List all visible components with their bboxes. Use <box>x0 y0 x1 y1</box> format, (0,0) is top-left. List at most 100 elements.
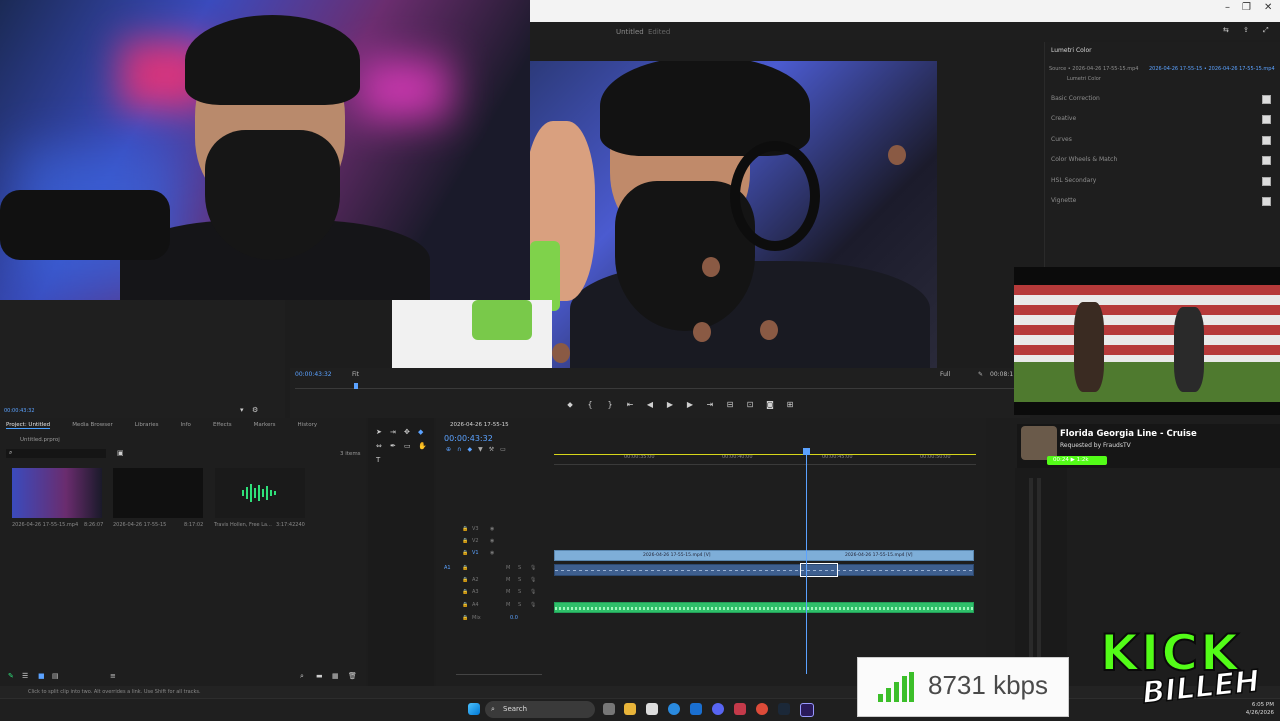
tab-info[interactable]: Info <box>181 422 191 429</box>
new-bin-icon[interactable]: ▬ <box>316 672 323 680</box>
sequence-tab[interactable]: 2026-04-26 17-55-15 <box>450 422 509 428</box>
section-checkbox[interactable] <box>1262 156 1271 165</box>
rectangle-tool-icon[interactable]: ▭ <box>404 442 411 450</box>
lumetri-source[interactable]: Source • 2026-04-26 17-55-15.mp4 <box>1049 66 1138 72</box>
audio-waveform-icon <box>242 484 276 502</box>
workspace-icon[interactable]: ⇆ <box>1223 26 1229 34</box>
new-bin-icon[interactable]: ▣ <box>117 449 124 457</box>
lumetri-section-curves[interactable]: Curves <box>1051 136 1271 148</box>
pen-tool-icon[interactable]: ✒ <box>390 442 396 450</box>
mix-value[interactable]: 0.0 <box>510 615 518 621</box>
zoom-select[interactable]: Fit <box>352 371 359 378</box>
discord-icon[interactable] <box>712 703 724 715</box>
work-area-bar[interactable] <box>554 454 976 455</box>
chrome-icon[interactable] <box>756 703 768 715</box>
settings-icon[interactable]: ✎ <box>978 371 983 378</box>
file-explorer-icon[interactable] <box>624 703 636 715</box>
store-icon[interactable] <box>646 703 658 715</box>
project-search-input[interactable]: ⌕ <box>6 449 106 458</box>
trash-icon[interactable]: 🗑 <box>348 672 357 680</box>
windows-start-icon[interactable] <box>468 703 480 715</box>
sort-icon[interactable]: ≡ <box>110 672 116 680</box>
edge-icon[interactable] <box>668 703 680 715</box>
linked-icon[interactable]: ∩ <box>457 446 461 453</box>
lumetri-section-hsl[interactable]: HSL Secondary <box>1051 177 1271 189</box>
audio-thumbnail[interactable] <box>215 468 305 518</box>
new-item-icon[interactable]: ▦ <box>332 672 339 680</box>
camera-icon[interactable]: ◙ <box>765 400 775 410</box>
captions-icon[interactable]: ▭ <box>500 446 506 453</box>
close-icon[interactable]: ✕ <box>1264 2 1272 13</box>
audio-duration: 3:17:42240 <box>276 522 305 528</box>
out-point-icon[interactable]: } <box>605 400 615 410</box>
zoom-scrollbar[interactable] <box>456 674 542 675</box>
filter-icon[interactable]: ▾ <box>240 406 244 414</box>
list-view-icon[interactable]: ☰ <box>22 672 28 680</box>
track-select-icon[interactable]: ⇥ <box>390 428 396 436</box>
lumetri-section-vignette[interactable]: Vignette <box>1051 197 1271 209</box>
section-checkbox[interactable] <box>1262 197 1271 206</box>
pencil-icon[interactable]: ✎ <box>8 672 14 680</box>
step-forward-icon[interactable]: ▶ <box>685 400 695 410</box>
steam-icon[interactable] <box>778 703 790 715</box>
premiere-icon[interactable] <box>800 703 814 717</box>
hand-tool-icon[interactable]: ✋ <box>418 442 427 450</box>
tab-project[interactable]: Project: Untitled <box>6 422 51 429</box>
section-checkbox[interactable] <box>1262 95 1271 104</box>
add-marker-icon[interactable]: ▼ <box>478 446 483 453</box>
minimize-icon[interactable]: – <box>1225 2 1230 13</box>
ripple-edit-icon[interactable]: ✥ <box>404 428 410 436</box>
taskbar-search[interactable]: ⌕ Search <box>485 701 595 718</box>
step-back-icon[interactable]: ◀ <box>645 400 655 410</box>
go-to-out-icon[interactable]: ⇥ <box>705 400 715 410</box>
snap-icon[interactable]: ⊕ <box>446 446 451 453</box>
clip-thumbnail[interactable] <box>12 468 102 518</box>
lumetri-section-creative[interactable]: Creative <box>1051 115 1271 127</box>
fullscreen-icon[interactable]: ⤢ <box>1263 26 1269 35</box>
icon-view-icon[interactable]: ■ <box>38 672 45 680</box>
settings-icon[interactable]: ⚙ <box>252 406 258 414</box>
find-icon[interactable]: ⌕ <box>300 672 304 681</box>
sequence-thumbnail[interactable] <box>113 468 203 518</box>
timeline-timecode[interactable]: 00:00:43:32 <box>444 434 493 443</box>
share-icon[interactable]: ⇪ <box>1243 26 1249 34</box>
selection-tool-icon[interactable]: ➤ <box>376 428 382 436</box>
go-to-in-icon[interactable]: ⇤ <box>625 400 635 410</box>
task-view-icon[interactable] <box>603 703 615 715</box>
tab-history[interactable]: History <box>298 422 318 429</box>
video-clip[interactable]: 2026-04-26 17-55-15.mp4 [V] 2026-04-26 1… <box>554 550 974 561</box>
type-tool-icon[interactable]: T <box>376 456 380 464</box>
obs-icon[interactable] <box>734 703 746 715</box>
insert-icon[interactable]: ⊟ <box>725 400 735 410</box>
program-playhead[interactable] <box>354 383 358 389</box>
timeline-playhead[interactable] <box>803 448 810 674</box>
lumetri-section-basic[interactable]: Basic Correction <box>1051 95 1271 107</box>
overwrite-icon[interactable]: ⊡ <box>745 400 755 410</box>
program-monitor-video[interactable] <box>530 61 937 368</box>
tab-effects[interactable]: Effects <box>213 422 232 429</box>
restore-icon[interactable]: ❐ <box>1242 2 1251 13</box>
markers-icon[interactable]: ◆ <box>467 446 472 453</box>
slip-tool-icon[interactable]: ⇔ <box>376 442 382 450</box>
tab-markers[interactable]: Markers <box>254 422 276 429</box>
razor-tool-icon[interactable]: ◆ <box>418 428 423 436</box>
play-icon[interactable]: ▶ <box>665 400 675 410</box>
wrench-icon[interactable]: ⚒ <box>489 446 494 453</box>
freeform-view-icon[interactable]: ▤ <box>52 672 59 680</box>
audio-clip-a4[interactable] <box>554 602 974 613</box>
section-checkbox[interactable] <box>1262 136 1271 145</box>
mail-icon[interactable] <box>690 703 702 715</box>
audio-clip-a1[interactable] <box>554 564 974 576</box>
lumetri-target[interactable]: 2026-04-26 17-55-15 • 2026-04-26 17-55-1… <box>1149 66 1275 72</box>
tab-libraries[interactable]: Libraries <box>135 422 159 429</box>
resolution-select[interactable]: Full <box>940 371 950 378</box>
audio-name: Travis Hollen, Free La... <box>214 522 272 528</box>
section-checkbox[interactable] <box>1262 115 1271 124</box>
tab-media-browser[interactable]: Media Browser <box>72 422 113 429</box>
button-editor-icon[interactable]: ⊞ <box>785 400 795 410</box>
lumetri-section-wheels[interactable]: Color Wheels & Match <box>1051 156 1271 168</box>
in-point-icon[interactable]: { <box>585 400 595 410</box>
marker-icon[interactable]: ⬥ <box>565 400 575 410</box>
section-checkbox[interactable] <box>1262 177 1271 186</box>
track-v2: 🔒 V2 ◉ <box>436 538 986 549</box>
